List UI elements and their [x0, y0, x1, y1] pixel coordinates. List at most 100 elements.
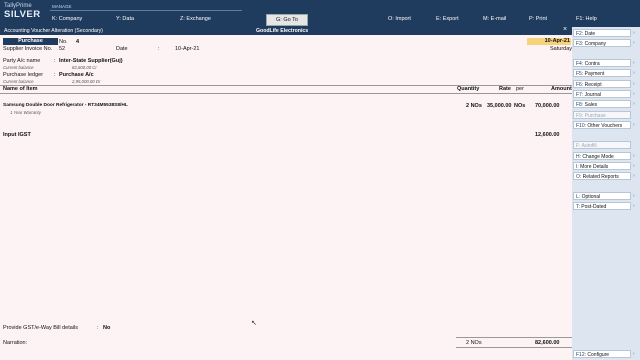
date-button[interactable]: F2: Date — [573, 29, 631, 37]
shortcut-key: O: — [576, 174, 582, 180]
narration-label: Narration: — [3, 340, 28, 346]
shortcut-key: F8: — [576, 102, 584, 108]
shortcut-key: F10: — [576, 123, 587, 129]
chevron-right-icon: › — [633, 40, 635, 46]
goto-button[interactable]: G: Go To — [266, 14, 308, 26]
chevron-right-icon: › — [633, 122, 635, 128]
payment-button[interactable]: F5: Payment — [573, 69, 631, 77]
receipt-button[interactable]: F6: Receipt — [573, 80, 631, 88]
export-menu[interactable]: E: Export — [436, 16, 459, 22]
top-menu-bar: TallyPrime SILVER MANAGE K: Company Y: D… — [0, 0, 640, 27]
divider — [456, 337, 572, 338]
item-name[interactable]: Samsung Double Door Refrigerator - RT34M… — [3, 103, 128, 108]
chevron-right-icon: › — [633, 70, 635, 76]
supplier-invoice-no[interactable]: 52 — [59, 46, 65, 52]
eway-bill-value[interactable]: No — [103, 325, 110, 331]
shortcut-key: L: — [576, 194, 581, 200]
separator: : — [97, 325, 99, 331]
item-amount[interactable]: 70,000.00 — [535, 103, 559, 109]
brand-edition: SILVER — [4, 9, 41, 20]
purchase-button: F9: Purchase — [573, 111, 631, 119]
shortcut-key: F7: — [576, 92, 584, 98]
button-label: Payment — [584, 71, 605, 77]
col-per-header: per — [516, 86, 524, 92]
import-menu[interactable]: O: Import — [388, 16, 411, 22]
item-description: 1 Year Warranty — [10, 110, 41, 115]
shortcut-key: F12: — [576, 352, 587, 358]
party-balance-label: Current balance — [3, 65, 34, 70]
button-label: Purchase — [584, 113, 606, 119]
data-menu[interactable]: Y: Data — [116, 16, 134, 22]
col-rate-header: Rate — [499, 86, 511, 92]
voucher-no[interactable]: 4 — [76, 39, 79, 45]
tax-amount[interactable]: 12,600.00 — [535, 132, 559, 138]
button-label: Post-Dated — [581, 204, 607, 210]
shortcut-key: H: — [576, 154, 581, 160]
button-label: Contra — [584, 61, 600, 67]
related-reports-button[interactable]: O: Related Reports — [573, 172, 631, 180]
shortcut-key: I: — [576, 164, 579, 170]
shortcut-key: F2: — [576, 31, 584, 37]
shortcut-key: F4: — [576, 61, 584, 67]
help-menu[interactable]: F1: Help — [576, 16, 597, 22]
chevron-right-icon: › — [633, 351, 635, 357]
invoice-date[interactable]: 10-Apr-21 — [175, 46, 199, 52]
tax-ledger-name[interactable]: Input IGST — [3, 132, 31, 138]
print-menu[interactable]: P: Print — [529, 16, 547, 22]
exchange-menu[interactable]: Z: Exchange — [180, 16, 211, 22]
screen-title: Accounting Voucher Alteration (Secondary… — [4, 28, 103, 34]
journal-button[interactable]: F7: Journal — [573, 90, 631, 98]
item-per[interactable]: NOs — [514, 103, 525, 109]
party-name[interactable]: Inter-State Supplier(Guj) — [59, 58, 123, 64]
button-label: Optional — [581, 194, 601, 200]
email-menu[interactable]: M: E-mail — [483, 16, 506, 22]
ledger-balance-label: Current balance — [3, 79, 34, 84]
change-mode-button[interactable]: H: Change Mode — [573, 152, 631, 160]
col-amount-header: Amount — [551, 86, 572, 92]
company-name: GoodLife Electronics — [256, 28, 309, 34]
button-label: Other Vouchers — [587, 123, 623, 129]
voucher-date[interactable]: 10-Apr-21 — [527, 38, 571, 45]
configure-button[interactable]: F12: Configure — [573, 350, 631, 358]
shortcut-key: F: — [576, 143, 581, 149]
post-dated-button[interactable]: T: Post-Dated — [573, 202, 631, 210]
autofill-button: F: Autofill — [573, 141, 631, 149]
button-label: Receipt — [584, 82, 602, 88]
button-label: Company — [584, 41, 607, 47]
party-balance: 82,600.00 Cr — [72, 65, 97, 70]
item-quantity[interactable]: 2 NOs — [466, 103, 482, 109]
item-rate[interactable]: 35,000.00 — [487, 103, 511, 109]
purchase-ledger[interactable]: Purchase A/c — [59, 72, 94, 78]
voucher-day: Saturday — [550, 46, 573, 52]
divider — [0, 93, 572, 94]
shortcut-key: F5: — [576, 71, 584, 77]
company-menu[interactable]: K: Company — [52, 16, 82, 22]
separator: : — [54, 58, 56, 64]
shortcut-key: F9: — [576, 113, 584, 119]
col-qty-header: Quantity — [457, 86, 480, 92]
party-label: Party A/c name — [3, 58, 41, 64]
supplier-invoice-label: Supplier Invoice No. — [3, 46, 53, 52]
chevron-right-icon: › — [633, 203, 635, 209]
manage-label: MANAGE — [52, 4, 72, 9]
chevron-right-icon: › — [633, 173, 635, 179]
sales-button[interactable]: F8: Sales — [573, 100, 631, 108]
button-label: Sales — [584, 102, 598, 108]
total-amount: 82,600.00 — [535, 340, 560, 346]
optional-button[interactable]: L: Optional — [573, 192, 631, 200]
button-label: Related Reports — [582, 174, 619, 180]
eway-bill-label: Provide GST/e-Way Bill details — [3, 325, 78, 331]
purchase-ledger-label: Purchase ledger — [3, 72, 44, 78]
app-logo: TallyPrime SILVER — [4, 3, 41, 20]
voucher-header-bar: Accounting Voucher Alteration (Secondary… — [0, 26, 572, 35]
chevron-right-icon: › — [633, 81, 635, 87]
col-item-header: Name of Item — [3, 86, 38, 92]
contra-button[interactable]: F4: Contra — [573, 59, 631, 67]
more-details-button[interactable]: I: More Details — [573, 162, 631, 170]
chevron-right-icon: › — [633, 30, 635, 36]
total-quantity: 2 NOs — [466, 340, 482, 346]
company-button[interactable]: F3: Company — [573, 39, 631, 47]
close-icon[interactable]: × — [563, 26, 567, 33]
chevron-right-icon: › — [633, 153, 635, 159]
other-vouchers-button[interactable]: F10: Other Vouchers — [573, 121, 631, 129]
